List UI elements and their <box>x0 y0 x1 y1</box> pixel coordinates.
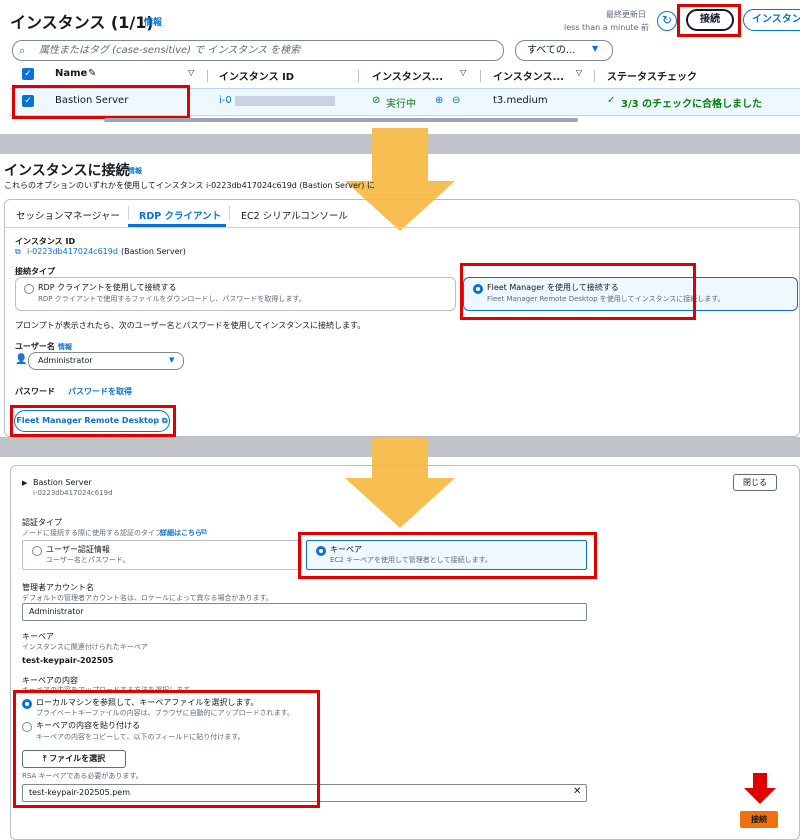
column-header-name[interactable]: Name <box>55 68 87 79</box>
select-all-checkbox[interactable]: ✓ <box>22 68 34 80</box>
instance-id-value[interactable]: i-0223db417024c619d <box>27 247 118 256</box>
tab-rdp-client[interactable]: RDP クライアント <box>139 208 221 222</box>
option-rdp-desc: RDP クライアントで使用するファイルをダウンロードし、パスワードを取得します。 <box>38 295 306 303</box>
username-select[interactable]: Administrator <box>28 352 184 370</box>
highlight-box <box>12 85 190 119</box>
connection-type-label: 接続タイプ <box>15 267 55 276</box>
tab-divider <box>5 227 799 228</box>
instance-id-link[interactable]: i-0 <box>219 95 232 106</box>
redacted-id <box>235 96 335 106</box>
sort-icon[interactable]: ▽ <box>188 68 194 77</box>
username-label: ユーザー名 <box>15 342 55 351</box>
instance-id-label: インスタンス ID <box>15 237 76 246</box>
state-filter-select[interactable]: すべての... <box>515 40 613 61</box>
option-user-desc: ユーザー名とパスワード。 <box>46 556 130 564</box>
highlight-box <box>13 690 320 808</box>
instance-type: t3.medium <box>493 95 548 106</box>
highlight-box <box>677 4 741 37</box>
instance-state: 実行中 <box>386 99 416 110</box>
last-updated-label: 最終更新日 <box>606 10 646 19</box>
arrow-down-icon <box>372 128 428 183</box>
running-icon: ⊘ <box>372 95 381 106</box>
password-label: パスワード <box>15 387 55 396</box>
search-icon: ⌕ <box>19 44 26 57</box>
sort-icon[interactable]: ▽ <box>576 68 582 77</box>
highlight-box <box>460 263 696 320</box>
connect-title: インスタンスに接続 <box>4 163 130 179</box>
edit-icon: ✎ <box>88 68 97 79</box>
tab-divider <box>128 206 129 220</box>
column-header-state[interactable]: インスタンス... <box>372 68 443 83</box>
close-button[interactable]: 閉じる <box>733 474 777 491</box>
scrollbar[interactable] <box>104 118 578 122</box>
connect-button[interactable]: 接続 <box>740 811 778 828</box>
caret-right-icon[interactable]: ▶ <box>22 479 27 487</box>
zoom-in-icon[interactable]: ⊕ <box>435 95 443 106</box>
status-check: 3/3 のチェックに合格しました <box>621 99 763 110</box>
clear-icon[interactable]: ✕ <box>573 786 581 797</box>
arrow-down-icon <box>744 788 776 804</box>
keypair-label: キーペア <box>22 632 54 641</box>
server-name: Bastion Server <box>33 478 92 487</box>
last-updated-value: less than a minute 前 <box>564 23 649 32</box>
keypair-desc: インスタンスに関連付けられたキーペア <box>22 643 148 651</box>
instance-name: (Bastion Server) <box>121 247 186 256</box>
tab-serial-console[interactable]: EC2 シリアルコンソール <box>241 208 348 222</box>
info-link[interactable]: 情報 <box>144 15 162 28</box>
info-link[interactable]: 情報 <box>128 166 142 176</box>
column-divider <box>480 70 481 82</box>
launch-instance-button[interactable]: インスタンスを起動 <box>743 9 800 31</box>
keypair-value: test-keypair-202505 <box>22 656 114 665</box>
instances-panel: インスタンス (1/1) 情報 最終更新日 less than a minute… <box>0 0 800 128</box>
admin-label: 管理者アカウント名 <box>22 583 94 592</box>
arrow-down-icon <box>753 773 767 789</box>
connect-description: これらのオプションのいずれかを使用してインスタンス i-0223db417024… <box>4 181 375 190</box>
radio-user-credentials[interactable] <box>32 546 42 556</box>
radio-rdp[interactable] <box>24 284 34 294</box>
column-header-status[interactable]: ステータスチェック <box>607 68 697 83</box>
option-user-title: ユーザー認証情報 <box>46 545 110 554</box>
highlight-box <box>298 532 597 579</box>
user-icon: 👤 <box>15 354 28 365</box>
info-link[interactable]: 情報 <box>58 342 72 352</box>
search-input[interactable]: 属性またはタグ (case-sensitive) で インスタンス を検索 <box>12 40 504 61</box>
zoom-out-icon[interactable]: ⊖ <box>452 95 460 106</box>
check-circle-icon: ✓ <box>607 95 616 106</box>
tab-divider <box>229 206 230 220</box>
external-link-icon: ⧉ <box>201 527 207 536</box>
server-id: i-0223db417024c619d <box>33 489 113 497</box>
column-divider <box>358 70 359 82</box>
admin-input[interactable]: Administrator <box>22 603 587 621</box>
refresh-icon[interactable]: ↻ <box>657 11 677 31</box>
option-rdp-title: RDP クライアントを使用して接続する <box>38 283 177 292</box>
column-divider <box>207 70 208 82</box>
learn-more-link[interactable]: 詳細はこちら <box>160 528 202 538</box>
auth-type-label: 認証タイプ <box>22 518 62 527</box>
caret-down-icon: ▼ <box>592 44 599 53</box>
column-header-id[interactable]: インスタンス ID <box>219 68 294 83</box>
copy-icon[interactable]: ⧉ <box>15 247 21 257</box>
prompt-text: プロンプトが表示されたら、次のユーザー名とパスワードを使用してインスタンスに接続… <box>15 321 366 330</box>
page-title: インスタンス (1/1) <box>10 13 154 32</box>
sort-icon[interactable]: ▽ <box>460 68 466 77</box>
auth-type-desc: ノードに接続する際に使用する認証のタイプ。 <box>22 529 169 537</box>
caret-down-icon: ▼ <box>169 356 175 364</box>
column-header-type[interactable]: インスタンス... <box>493 68 564 83</box>
admin-desc: デフォルトの管理者アカウント名は、ロケールによって異なる場合があります。 <box>22 594 273 602</box>
column-divider <box>594 70 595 82</box>
tab-session-manager[interactable]: セッションマネージャー <box>16 208 120 222</box>
get-password-link[interactable]: パスワードを取得 <box>68 386 132 397</box>
highlight-box <box>10 405 176 437</box>
